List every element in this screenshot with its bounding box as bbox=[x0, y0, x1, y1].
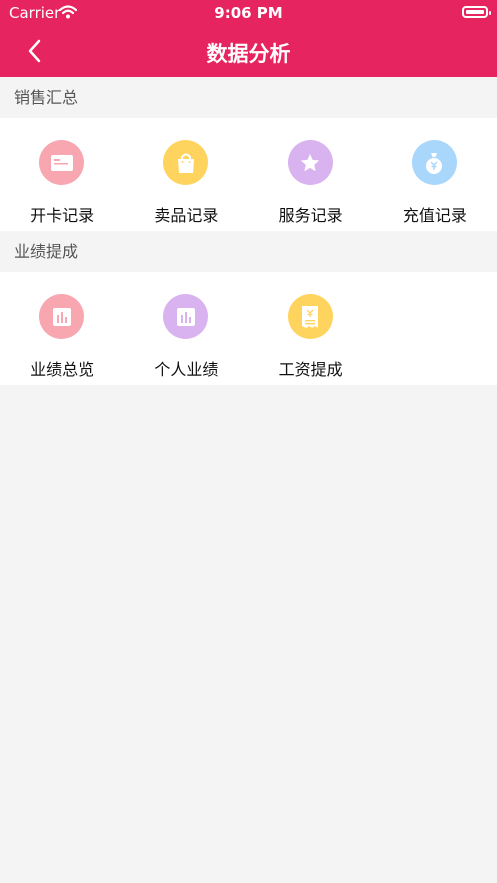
shopping-bag-icon bbox=[163, 140, 209, 185]
receipt-icon bbox=[287, 294, 333, 339]
card-record-label: 开卡记录 bbox=[30, 206, 95, 225]
bar-chart-icon bbox=[163, 294, 209, 339]
section-header-performance: 业绩提成 bbox=[0, 231, 497, 272]
recharge-record-button[interactable]: 充值记录 bbox=[373, 118, 497, 231]
battery-icon bbox=[462, 6, 491, 18]
bar-chart-icon bbox=[39, 294, 84, 339]
nav-bar: 数据分析 bbox=[0, 26, 497, 77]
salary-commission-button[interactable]: 工资提成 bbox=[249, 272, 373, 385]
personal-performance-label: 个人业绩 bbox=[154, 360, 219, 379]
product-record-button[interactable]: 卖品记录 bbox=[124, 118, 248, 231]
page-title: 数据分析 bbox=[206, 42, 291, 66]
personal-performance-button[interactable]: 个人业绩 bbox=[124, 272, 248, 385]
performance-grid: 业绩总览 个人业绩 工资提成 bbox=[0, 272, 497, 385]
performance-overview-label: 业绩总览 bbox=[30, 360, 95, 379]
card-icon bbox=[39, 140, 84, 185]
card-record-button[interactable]: 开卡记录 bbox=[0, 118, 124, 231]
sales-grid: 开卡记录 卖品记录 服务记录 充值记录 bbox=[0, 118, 497, 231]
star-icon bbox=[287, 140, 333, 185]
service-record-label: 服务记录 bbox=[278, 206, 343, 225]
service-record-button[interactable]: 服务记录 bbox=[249, 118, 373, 231]
recharge-record-label: 充值记录 bbox=[402, 206, 467, 225]
money-bag-icon bbox=[411, 140, 457, 185]
section-header-sales: 销售汇总 bbox=[0, 77, 497, 118]
salary-commission-label: 工资提成 bbox=[278, 360, 343, 379]
status-bar: Carrier 9:06 PM bbox=[0, 0, 497, 26]
status-time: 9:06 PM bbox=[214, 4, 283, 22]
product-record-label: 卖品记录 bbox=[154, 206, 219, 225]
header: Carrier 9:06 PM 数据分析 bbox=[0, 0, 497, 77]
empty-slot bbox=[373, 272, 497, 385]
performance-overview-button[interactable]: 业绩总览 bbox=[0, 272, 124, 385]
